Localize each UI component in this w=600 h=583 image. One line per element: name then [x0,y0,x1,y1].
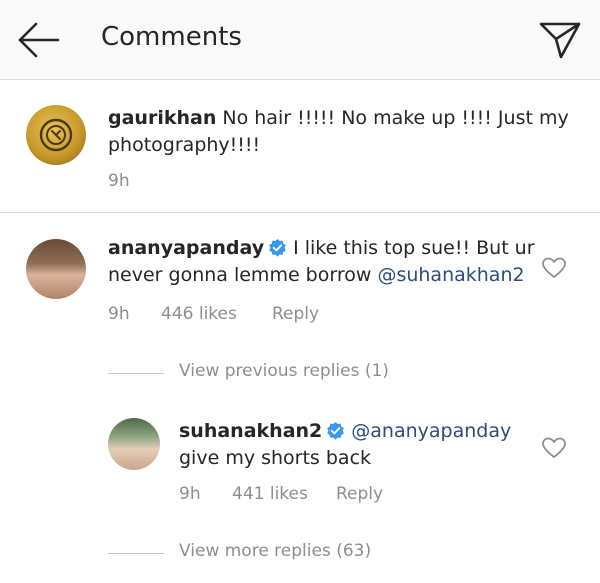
comment-item: ananyapanday I like this top sue!! But ur… [0,214,600,344]
comment-text-line2: never gonna lemme borrow [108,264,372,286]
verified-badge-icon [327,421,345,440]
reply-button[interactable]: Reply [336,484,383,504]
like-button[interactable] [541,256,567,280]
timestamp: 9h [108,304,130,324]
divider-line [108,373,164,374]
heart-icon [542,257,566,278]
logo-icon [39,118,73,152]
heart-icon [542,437,566,458]
comment-text-line1: I like this top sue!! But ur [293,237,535,259]
verified-badge-icon [269,238,286,257]
comment-text-line1: No hair !!!!! No make up !!!! Just my [222,107,569,129]
comment-body: ananyapanday I like this top sue!! But ur… [108,235,538,289]
comment-body: gaurikhan No hair !!!!! No make up !!!! … [108,105,578,159]
comment-body: suhanakhan2 @ananyapanday give my shorts … [179,418,519,472]
timestamp: 9h [108,171,130,191]
username[interactable]: gaurikhan [108,107,216,129]
reply-button[interactable]: Reply [272,304,319,324]
view-more-replies-button[interactable]: View more replies (63) [108,541,408,565]
likes-count[interactable]: 441 likes [232,484,308,504]
username[interactable]: ananyapanday [108,237,264,259]
avatar[interactable] [26,239,86,299]
mention-link[interactable]: @ananyapanday [351,420,511,442]
avatar[interactable] [108,418,160,470]
header-bar: Comments [0,0,600,80]
avatar[interactable] [26,105,86,165]
reply-item: suhanakhan2 @ananyapanday give my shorts … [0,414,600,524]
send-icon [539,22,581,59]
likes-count[interactable]: 446 likes [161,304,237,324]
view-previous-replies-button[interactable]: View previous replies (1) [108,361,408,385]
divider-line [108,553,164,554]
comment-text-line2: give my shorts back [179,447,372,469]
page-title: Comments [101,22,242,52]
caption-comment: gaurikhan No hair !!!!! No make up !!!! … [0,81,600,213]
timestamp: 9h [179,484,201,504]
view-previous-replies-label: View previous replies (1) [179,361,389,381]
comment-text-line2: photography!!!! [108,134,261,156]
share-button[interactable] [536,18,584,62]
like-button[interactable] [541,436,567,460]
username[interactable]: suhanakhan2 [179,420,322,442]
mention-link[interactable]: @suhanakhan2 [377,264,524,286]
view-more-replies-label: View more replies (63) [179,541,372,561]
back-button[interactable] [14,20,64,60]
arrow-left-icon [18,22,60,58]
